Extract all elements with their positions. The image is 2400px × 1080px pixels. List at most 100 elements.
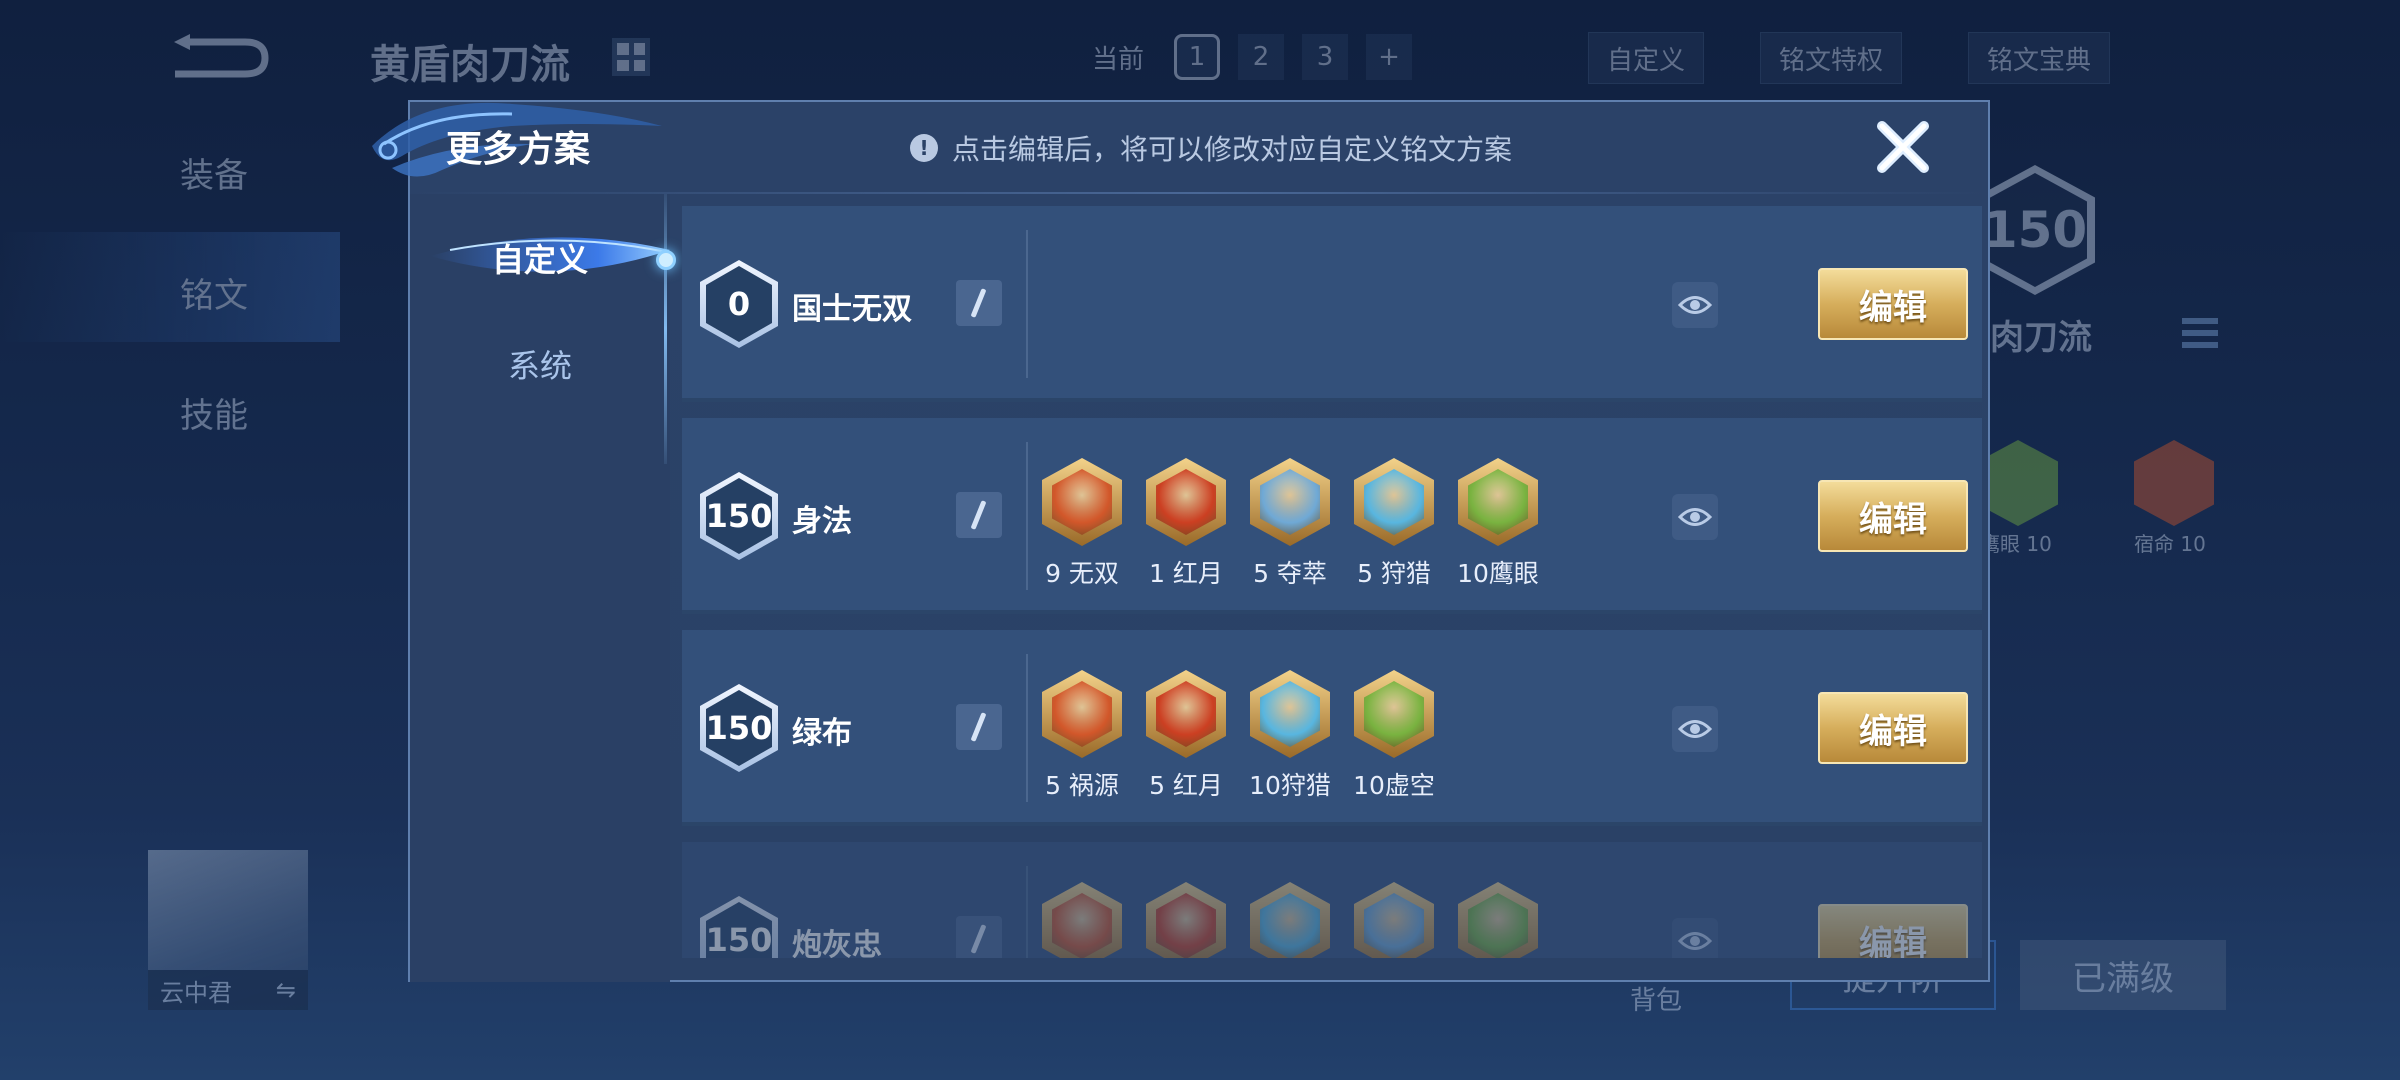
plan-tab-3[interactable]: 3 bbox=[1302, 34, 1349, 80]
edit-button[interactable]: 编辑 bbox=[1818, 692, 1968, 764]
edit-hint: ! 点击编辑后，将可以修改对应自定义铭文方案 bbox=[910, 128, 1512, 168]
preview-eye-icon[interactable] bbox=[1672, 918, 1718, 958]
rune-core bbox=[1052, 469, 1112, 535]
rune-core bbox=[1260, 681, 1320, 747]
side-item-skills[interactable]: 技能 bbox=[180, 388, 248, 437]
rune-gem-icon bbox=[1146, 670, 1226, 758]
rune-gem-icon bbox=[1146, 882, 1226, 958]
plan-row: 0 国士无双 编辑 bbox=[682, 206, 1982, 402]
rune-set: 9 无双 1 红月 5 夺萃 5 狩猎 10鹰眼 bbox=[1042, 458, 1539, 590]
rune-core bbox=[1468, 469, 1528, 535]
rune-guide-button[interactable]: 铭文宝典 bbox=[1968, 32, 2111, 84]
hero-name-bar[interactable]: 云中君 ⇋ bbox=[148, 970, 308, 1010]
row-divider bbox=[1026, 230, 1028, 378]
rune-gem-icon bbox=[1042, 882, 1122, 958]
rune-count-label: 5 夺萃 bbox=[1253, 559, 1327, 588]
rune-count-label: 5 狩猎 bbox=[1357, 559, 1431, 588]
grid-icon[interactable] bbox=[612, 38, 650, 76]
rune-core bbox=[1468, 893, 1528, 958]
level-badge: 150 bbox=[700, 896, 778, 958]
plan-row: 150 身法 9 无双 1 红月 5 夺萃 5 狩猎 10鹰眼 编辑 bbox=[682, 418, 1982, 614]
row-divider bbox=[1026, 442, 1028, 590]
dialog-sidebar: 自定义 系统 bbox=[410, 194, 676, 982]
plan-title: 肉刀流 bbox=[1990, 318, 2092, 358]
rune-set bbox=[1042, 882, 1538, 958]
rune-core bbox=[1052, 893, 1112, 958]
rune-core bbox=[1364, 681, 1424, 747]
edit-button[interactable]: 编辑 bbox=[1818, 904, 1968, 958]
side-item-equipment[interactable]: 装备 bbox=[180, 148, 248, 197]
rune-icon bbox=[2134, 440, 2214, 526]
close-icon[interactable] bbox=[1870, 114, 1936, 180]
rune-item: 1 红月 bbox=[1146, 458, 1226, 590]
rune-core bbox=[1156, 893, 1216, 958]
preview-eye-icon[interactable] bbox=[1672, 494, 1718, 540]
rename-pen-icon[interactable] bbox=[956, 916, 1002, 958]
preview-eye-icon[interactable] bbox=[1672, 282, 1718, 328]
rune-core bbox=[1364, 893, 1424, 958]
rune-item bbox=[1146, 882, 1226, 958]
hint-text: 点击编辑后，将可以修改对应自定义铭文方案 bbox=[952, 133, 1513, 166]
swap-icon: ⇋ bbox=[275, 976, 296, 1004]
rune-gem-icon bbox=[1042, 670, 1122, 758]
rune-gem-icon bbox=[1250, 670, 1330, 758]
rune-count-label: 5 红月 bbox=[1149, 771, 1223, 800]
hero-name: 云中君 bbox=[160, 978, 232, 1007]
plan-tab-2[interactable]: 2 bbox=[1238, 34, 1285, 80]
rename-pen-icon[interactable] bbox=[956, 280, 1002, 326]
custom-button[interactable]: 自定义 bbox=[1588, 32, 1705, 84]
dialog-title: 更多方案 bbox=[446, 129, 591, 170]
rune-item: 5 夺萃 bbox=[1250, 458, 1330, 590]
level-value: 150 bbox=[706, 690, 772, 766]
rune-item: 10鹰眼 bbox=[1457, 458, 1539, 590]
rune-core bbox=[1156, 469, 1216, 535]
rune-gem-icon bbox=[1250, 882, 1330, 958]
rune-gem-icon bbox=[1354, 458, 1434, 546]
level-value: 150 bbox=[706, 902, 772, 958]
plan-list[interactable]: 0 国士无双 编辑 150 身法 9 无双 1 红月 5 夺萃 5 狩猎 10鹰眼 编辑 150 绿布 5… bbox=[682, 206, 1982, 958]
rune-item bbox=[1354, 882, 1434, 958]
bag-label: 背包 bbox=[1630, 986, 1683, 1016]
info-icon: ! bbox=[910, 134, 938, 162]
preview-eye-icon[interactable] bbox=[1672, 706, 1718, 752]
level-badge: 150 bbox=[700, 472, 778, 560]
rune-gem-icon bbox=[1250, 458, 1330, 546]
side-item-runes[interactable]: 铭文 bbox=[180, 268, 248, 317]
rename-pen-icon[interactable] bbox=[956, 704, 1002, 750]
menu-icon[interactable] bbox=[2182, 318, 2218, 348]
edit-button[interactable]: 编辑 bbox=[1818, 480, 1968, 552]
back-arrow-icon[interactable] bbox=[170, 34, 270, 82]
rune-label: 宿命 10 bbox=[2134, 532, 2206, 556]
rune-count-label: 10狩猎 bbox=[1249, 771, 1331, 800]
rename-pen-icon[interactable] bbox=[956, 492, 1002, 538]
plan-tab-1[interactable]: 1 bbox=[1174, 34, 1221, 80]
rune-item: 10狩猎 bbox=[1249, 670, 1331, 802]
rune-count-label: 10鹰眼 bbox=[1457, 559, 1539, 588]
plan-tabs: 当前 1 2 3 + bbox=[1080, 34, 1413, 80]
row-divider bbox=[1026, 866, 1028, 958]
tab-custom[interactable]: 自定义 bbox=[410, 218, 670, 298]
rune-gem-icon bbox=[1458, 458, 1538, 546]
rune-core bbox=[1260, 893, 1320, 958]
plan-name: 国士无双 bbox=[792, 292, 912, 327]
page-title: 黄盾肉刀流 bbox=[370, 42, 570, 88]
rune-item: 5 狩猎 bbox=[1354, 458, 1434, 590]
rune-gem-icon bbox=[1354, 670, 1434, 758]
level-value: 150 bbox=[706, 478, 772, 554]
level-badge: 150 bbox=[700, 684, 778, 772]
level-hex-badge: 150 bbox=[1975, 165, 2095, 295]
tab-system[interactable]: 系统 bbox=[410, 324, 670, 404]
maxed-button[interactable]: 已满级 bbox=[2020, 940, 2226, 1010]
rune-core bbox=[1260, 469, 1320, 535]
rune-count-label: 1 红月 bbox=[1149, 559, 1223, 588]
rune-item bbox=[1458, 882, 1538, 958]
rune-gem-icon bbox=[1458, 882, 1538, 958]
row-divider bbox=[1026, 654, 1028, 802]
more-plans-dialog: 更多方案 ! 点击编辑后，将可以修改对应自定义铭文方案 自定义 系统 0 国士无… bbox=[372, 100, 1990, 982]
rune-label: 鹰眼 10 bbox=[1980, 532, 2052, 556]
edit-button[interactable]: 编辑 bbox=[1818, 268, 1968, 340]
rune-count-label: 5 祸源 bbox=[1045, 771, 1119, 800]
level-value: 0 bbox=[706, 266, 772, 342]
add-plan-button[interactable]: + bbox=[1366, 34, 1413, 80]
rune-privilege-button[interactable]: 铭文特权 bbox=[1760, 32, 1903, 84]
